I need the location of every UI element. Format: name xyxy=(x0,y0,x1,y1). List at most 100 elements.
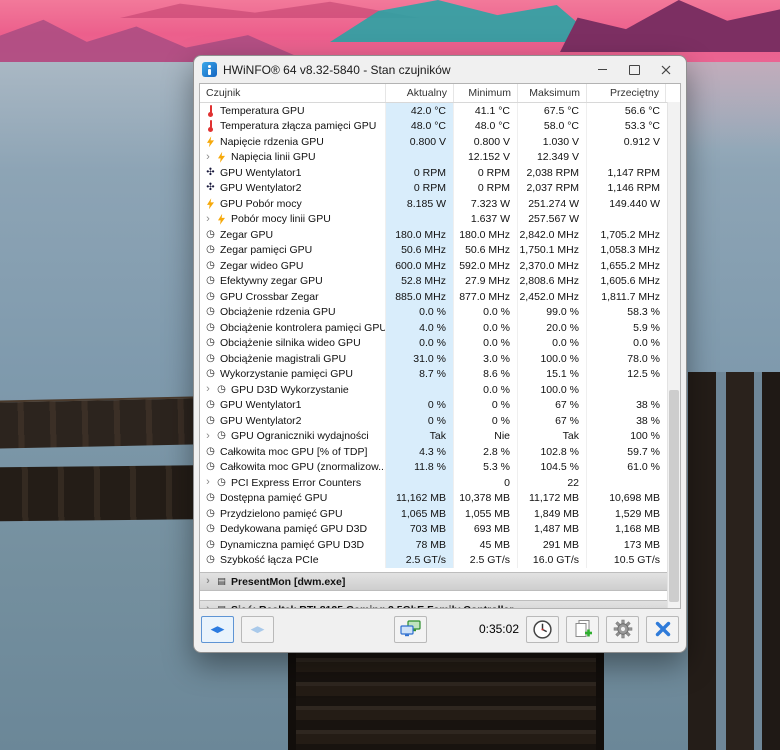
sensor-label-cell: ◷Efektywny zegar GPU xyxy=(200,274,386,290)
table-row[interactable]: ◷Obciążenie silnika wideo GPU0.0 %0.0 %0… xyxy=(200,336,668,352)
column-header-maximum[interactable]: Maksimum xyxy=(518,84,587,102)
min-value: 0 RPM xyxy=(454,181,518,197)
table-row[interactable]: ◷Dostępna pamięć GPU11,162 MB10,378 MB11… xyxy=(200,491,668,507)
table-row[interactable]: ✣GPU Wentylator10 RPM0 RPM2,038 RPM1,147… xyxy=(200,165,668,181)
header-stub xyxy=(666,84,680,102)
table-row[interactable]: GPU Pobór mocy8.185 W7.323 W251.274 W149… xyxy=(200,196,668,212)
avg-value: 1,147 RPM xyxy=(587,165,668,181)
analog-clock-icon xyxy=(532,619,553,640)
close-x-icon xyxy=(654,620,672,638)
clock-icon: ◷ xyxy=(204,338,217,348)
table-row[interactable]: Napięcie rdzenia GPU0.800 V0.800 V1.030 … xyxy=(200,134,668,150)
max-value: 251.274 W xyxy=(518,196,587,212)
table-row[interactable]: ◷Przydzielono pamięć GPU1,065 MB1,055 MB… xyxy=(200,506,668,522)
column-header-minimum[interactable]: Minimum xyxy=(454,84,518,102)
sensor-label-cell: ›◷GPU D3D Wykorzystanie xyxy=(200,382,386,398)
table-row[interactable]: ›◷GPU D3D Wykorzystanie0.0 %100.0 % xyxy=(200,382,668,398)
table-row[interactable]: ›◷PCI Express Error Counters022 xyxy=(200,475,668,491)
nav-arrows-secondary-button[interactable]: ◀▶ xyxy=(241,616,274,643)
column-header-current[interactable]: Aktualny xyxy=(386,84,454,102)
table-row[interactable]: ›◷GPU Ograniczniki wydajnościTakNieTak10… xyxy=(200,429,668,445)
table-row[interactable]: ◷GPU Wentylator20 %0 %67 %38 % xyxy=(200,413,668,429)
sensor-label-cell: ◷Wykorzystanie pamięci GPU xyxy=(200,367,386,383)
section-row[interactable]: ›▤PresentMon [dwm.exe] xyxy=(200,572,668,591)
table-row[interactable]: ◷Całkowita moc GPU (znormalizow...11.8 %… xyxy=(200,460,668,476)
table-row[interactable]: ◷Obciążenie rdzenia GPU0.0 %0.0 %99.0 %5… xyxy=(200,305,668,321)
current-value: 600.0 MHz xyxy=(386,258,454,274)
avg-value: 0.912 V xyxy=(587,134,668,150)
section-row[interactable]: ›▤Sieć: Realtek RTL8125 Gaming 2.5GbE Fa… xyxy=(200,600,668,609)
avg-value: 1,058.3 MHz xyxy=(587,243,668,259)
scrollbar-thumb[interactable] xyxy=(669,390,679,602)
table-row[interactable]: ◷Szybkość łącza PCIe2.5 GT/s2.5 GT/s16.0… xyxy=(200,553,668,569)
column-header-average[interactable]: Przeciętny xyxy=(587,84,666,102)
report-button[interactable] xyxy=(566,616,599,643)
table-row[interactable]: ◷Dedykowana pamięć GPU D3D703 MB693 MB1,… xyxy=(200,522,668,538)
expander-icon[interactable]: › xyxy=(204,477,212,488)
minimize-button[interactable] xyxy=(586,57,618,82)
settings-button[interactable] xyxy=(606,616,639,643)
expander-icon[interactable]: › xyxy=(204,431,212,442)
sensor-label: Napięcie rdzenia GPU xyxy=(220,136,324,148)
clock-icon: ◷ xyxy=(204,555,217,565)
expander-icon[interactable]: › xyxy=(204,152,212,163)
min-value: Nie xyxy=(454,429,518,445)
clock-icon: ◷ xyxy=(204,354,217,364)
max-value: 1,849 MB xyxy=(518,506,587,522)
maximize-button[interactable] xyxy=(618,57,650,82)
table-row[interactable]: ◷Obciążenie kontrolera pamięci GPU4.0 %0… xyxy=(200,320,668,336)
table-row[interactable]: ◷Efektywny zegar GPU52.8 MHz27.9 MHz2,80… xyxy=(200,274,668,290)
table-row[interactable]: ◷GPU Crossbar Zegar885.0 MHz877.0 MHz2,4… xyxy=(200,289,668,305)
column-header-sensor[interactable]: Czujnik xyxy=(200,84,386,102)
titlebar[interactable]: HWiNFO® 64 v8.32-5840 - Stan czujników xyxy=(194,56,686,83)
sensor-label-cell: ✣GPU Wentylator2 xyxy=(200,181,386,197)
sensor-rows: Temperatura GPU42.0 °C41.1 °C67.5 °C56.6… xyxy=(200,103,668,609)
avg-value: 10.5 GT/s xyxy=(587,553,668,569)
expander-icon[interactable]: › xyxy=(204,214,212,225)
max-value: 20.0 % xyxy=(518,320,587,336)
remote-monitoring-button[interactable] xyxy=(394,616,427,643)
clock-button[interactable] xyxy=(526,616,559,643)
avg-value: 53.3 °C xyxy=(587,119,668,135)
current-value xyxy=(386,382,454,398)
close-button[interactable] xyxy=(650,57,682,82)
min-value: 41.1 °C xyxy=(454,103,518,119)
current-value: 48.0 °C xyxy=(386,119,454,135)
sensor-label: Obciążenie rdzenia GPU xyxy=(220,306,336,318)
table-row[interactable]: ◷Zegar pamięci GPU50.6 MHz50.6 MHz1,750.… xyxy=(200,243,668,259)
sensor-label-cell: ◷Dostępna pamięć GPU xyxy=(200,491,386,507)
sensor-label-cell: Napięcie rdzenia GPU xyxy=(200,134,386,150)
pier-posts-right xyxy=(688,372,780,750)
fan-icon: ✣ xyxy=(204,168,217,178)
table-row[interactable]: ›Pobór mocy linii GPU1.637 W257.567 W xyxy=(200,212,668,228)
nav-arrows-button[interactable]: ◀▶ xyxy=(201,616,234,643)
avg-value: 173 MB xyxy=(587,537,668,553)
current-value xyxy=(386,475,454,491)
table-row[interactable]: ◷Całkowita moc GPU [% of TDP]4.3 %2.8 %1… xyxy=(200,444,668,460)
sensor-label-cell: ◷Zegar wideo GPU xyxy=(200,258,386,274)
min-value: 3.0 % xyxy=(454,351,518,367)
sensor-label: Napięcia linii GPU xyxy=(231,151,316,163)
sensor-label-cell: ◷Obciążenie silnika wideo GPU xyxy=(200,336,386,352)
lightning-icon xyxy=(215,214,228,225)
close-sensors-button[interactable] xyxy=(646,616,679,643)
table-row[interactable]: ◷Zegar GPU180.0 MHz180.0 MHz2,842.0 MHz1… xyxy=(200,227,668,243)
expander-icon[interactable]: › xyxy=(204,384,212,395)
min-value: 2.5 GT/s xyxy=(454,553,518,569)
table-row[interactable]: ›Napięcia linii GPU12.152 V12.349 V xyxy=(200,150,668,166)
table-row[interactable]: Temperatura GPU42.0 °C41.1 °C67.5 °C56.6… xyxy=(200,103,668,119)
table-row[interactable]: ◷Zegar wideo GPU600.0 MHz592.0 MHz2,370.… xyxy=(200,258,668,274)
sensor-label: GPU Wentylator2 xyxy=(220,415,302,427)
table-row[interactable]: Temperatura złącza pamięci GPU48.0 °C48.… xyxy=(200,119,668,135)
expander-icon[interactable]: › xyxy=(204,576,212,587)
table-row[interactable]: ◷GPU Wentylator10 %0 %67 %38 % xyxy=(200,398,668,414)
table-row[interactable]: ◷Dynamiczna pamięć GPU D3D78 MB45 MB291 … xyxy=(200,537,668,553)
vertical-scrollbar[interactable] xyxy=(667,102,680,608)
table-row[interactable]: ✣GPU Wentylator20 RPM0 RPM2,037 RPM1,146… xyxy=(200,181,668,197)
sensor-label: Całkowita moc GPU [% of TDP] xyxy=(220,446,367,458)
expander-icon[interactable]: › xyxy=(204,604,212,609)
current-value: 8.7 % xyxy=(386,367,454,383)
table-row[interactable]: ◷Wykorzystanie pamięci GPU8.7 %8.6 %15.1… xyxy=(200,367,668,383)
table-row[interactable]: ◷Obciążenie magistrali GPU31.0 %3.0 %100… xyxy=(200,351,668,367)
sensor-label: Obciążenie silnika wideo GPU xyxy=(220,337,361,349)
